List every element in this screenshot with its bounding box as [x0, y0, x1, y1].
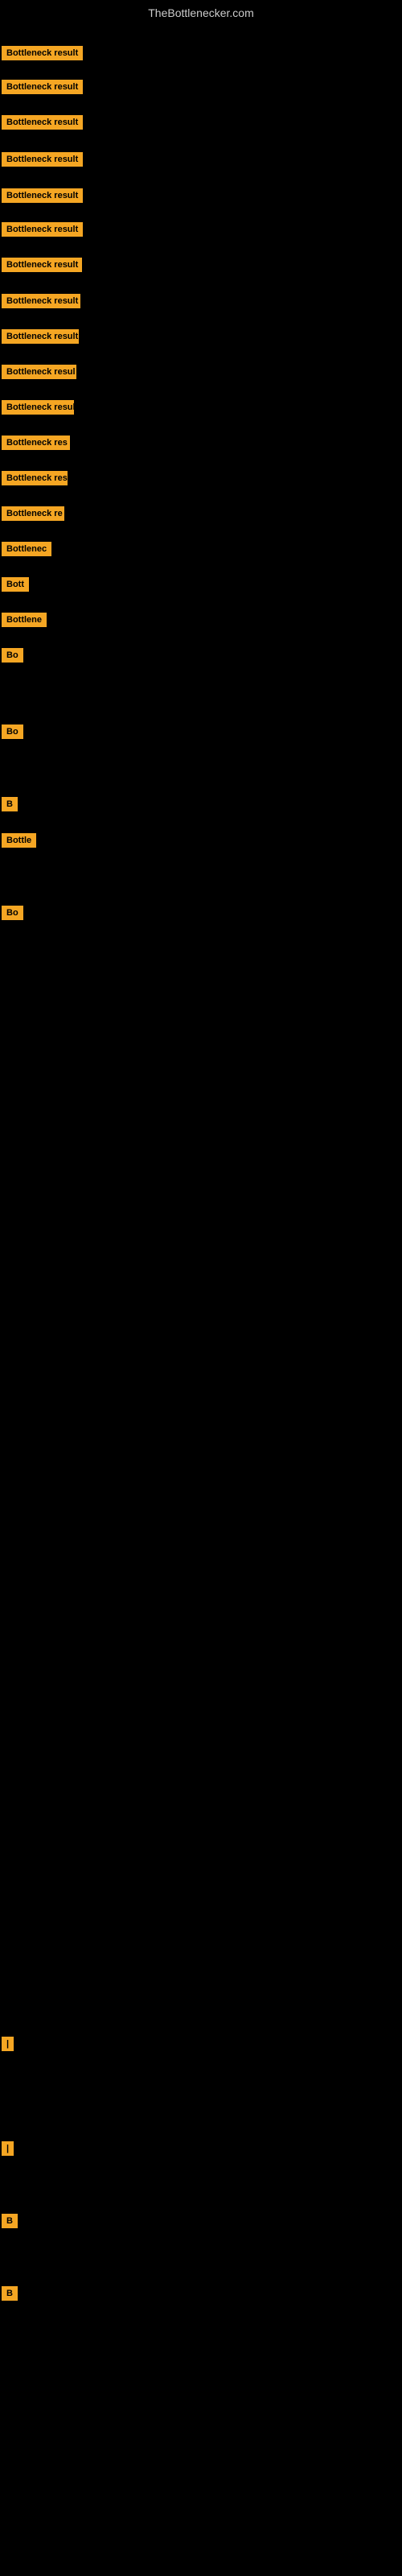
bottleneck-result-badge[interactable]: Bottleneck result [2, 115, 83, 130]
site-title: TheBottlenecker.com [0, 0, 402, 26]
bottleneck-result-badge[interactable]: Bottleneck res [2, 436, 70, 450]
bottleneck-result-badge[interactable]: Bo [2, 724, 23, 739]
bottleneck-result-badge[interactable]: Bottlenec [2, 542, 51, 556]
bottleneck-result-badge[interactable]: Bottleneck result [2, 294, 80, 308]
bottleneck-result-badge[interactable]: Bottleneck result [2, 258, 82, 272]
bottleneck-result-badge[interactable]: Bottleneck result [2, 46, 83, 60]
bottleneck-result-badge[interactable]: Bottlene [2, 613, 47, 627]
bottleneck-result-badge[interactable]: Bottle [2, 833, 36, 848]
bottleneck-result-badge[interactable]: B [2, 797, 18, 811]
page-container: TheBottlenecker.com Bottleneck result Bot… [0, 0, 402, 2576]
bottleneck-result-badge[interactable]: Bott [2, 577, 29, 592]
bottleneck-result-badge[interactable]: Bottleneck result [2, 80, 83, 94]
bottleneck-result-badge[interactable]: | [2, 2141, 14, 2156]
bottleneck-result-badge[interactable]: Bottleneck result [2, 188, 83, 203]
bottleneck-result-badge[interactable]: Bottleneck result [2, 222, 83, 237]
bottleneck-result-badge[interactable]: Bottleneck result [2, 152, 83, 167]
bottleneck-result-badge[interactable]: B [2, 2214, 18, 2228]
bottleneck-result-badge[interactable]: Bo [2, 906, 23, 920]
bottleneck-result-badge[interactable]: Bottleneck result [2, 329, 79, 344]
bottleneck-result-badge[interactable]: Bottleneck resul [2, 365, 76, 379]
bottleneck-result-badge[interactable]: B [2, 2286, 18, 2301]
bottleneck-result-badge[interactable]: | [2, 2037, 14, 2051]
bottleneck-result-badge[interactable]: Bottleneck re [2, 506, 64, 521]
bottleneck-result-badge[interactable]: Bottleneck res [2, 471, 68, 485]
bottleneck-result-badge[interactable]: Bottleneck resul [2, 400, 74, 415]
bottleneck-result-badge[interactable]: Bo [2, 648, 23, 663]
